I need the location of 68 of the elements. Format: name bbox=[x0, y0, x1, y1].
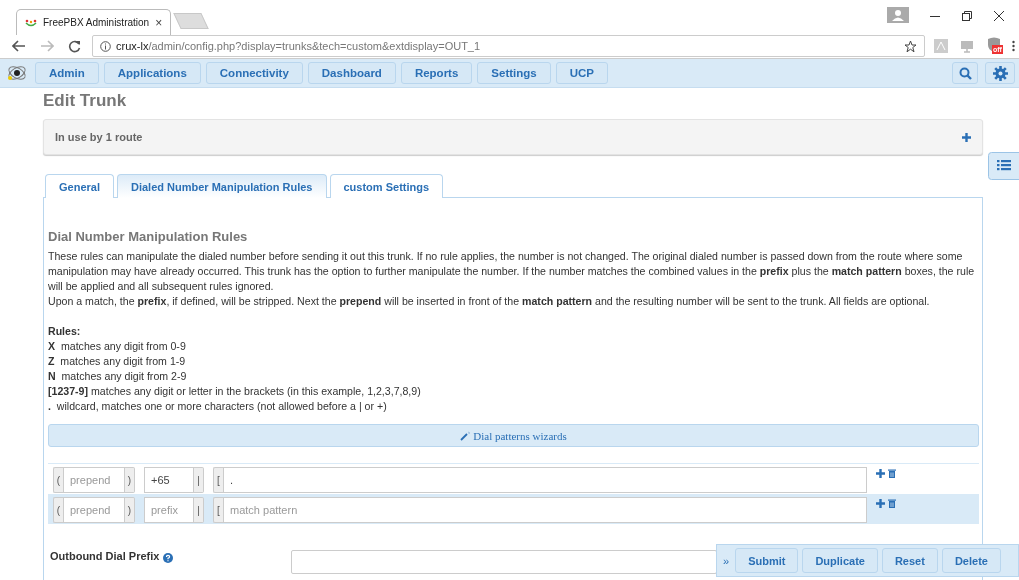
action-button[interactable]: Reset bbox=[881, 548, 938, 573]
tab[interactable]: custom Settings bbox=[329, 174, 444, 198]
browser-tab[interactable]: FreePBX Administration × bbox=[16, 9, 172, 35]
rule-text: . wildcard, matches one or more characters (not allowed before a | or +) bbox=[48, 399, 388, 414]
field-addon: [ bbox=[213, 497, 223, 523]
trash-icon[interactable] bbox=[888, 469, 896, 478]
search-icon bbox=[958, 66, 972, 80]
help-icon[interactable] bbox=[163, 553, 174, 563]
rules-heading: Rules: bbox=[48, 324, 82, 339]
prefix-field[interactable]: prefix bbox=[144, 497, 194, 523]
field-addon: ( bbox=[53, 467, 63, 493]
prepend-field[interactable]: prepend bbox=[63, 497, 125, 523]
close-tab-button[interactable]: × bbox=[155, 15, 163, 30]
app-logo-icon bbox=[25, 18, 37, 27]
field-addon: | bbox=[194, 497, 204, 523]
match-pattern-field[interactable]: match pattern bbox=[223, 497, 867, 523]
action-button[interactable]: Submit bbox=[735, 548, 799, 573]
settings-icon bbox=[992, 65, 1008, 81]
rule-text: Z matches any digit from 1-9 bbox=[48, 354, 187, 369]
rule-text: [1237-9] matches any digit or letter in the brackets (in this example, 1,2,3,7,8,9) bbox=[48, 384, 422, 399]
menu-button[interactable]: UCP bbox=[555, 62, 608, 84]
list-icon[interactable] bbox=[988, 152, 1019, 180]
rule-text: X matches any digit from 0-9 bbox=[48, 339, 187, 354]
add-icon[interactable] bbox=[876, 499, 885, 508]
reload-icon[interactable] bbox=[68, 39, 81, 53]
settings-button[interactable] bbox=[985, 62, 1015, 84]
usage-panel[interactable]: In use by 1 route bbox=[43, 119, 983, 155]
field-addon: [ bbox=[213, 467, 223, 493]
back-icon[interactable] bbox=[12, 40, 26, 52]
field-addon: ) bbox=[125, 467, 135, 493]
page-title: Edit Trunk bbox=[43, 91, 128, 111]
menu-button[interactable]: Connectivity bbox=[205, 62, 303, 84]
menu-button[interactable]: Applications bbox=[103, 62, 201, 84]
field-addon: ) bbox=[125, 497, 135, 523]
tab[interactable]: General bbox=[45, 174, 114, 198]
outbound-dial-prefix-field[interactable] bbox=[291, 550, 718, 574]
panel-title: In use by 1 route bbox=[55, 131, 143, 143]
url-text: crux-lx/admin/config.php?display=trunks&tech=custom&extdisplay=OUT_1 bbox=[116, 40, 481, 52]
field-addon: ( bbox=[53, 497, 63, 523]
menu-button[interactable]: Settings bbox=[477, 62, 551, 84]
menu-button[interactable]: Dashboard bbox=[307, 62, 396, 84]
match-pattern-field[interactable]: . bbox=[223, 467, 867, 493]
menu-button[interactable]: Admin bbox=[35, 62, 99, 84]
section-heading: Dial Number Manipulation Rules bbox=[48, 229, 249, 244]
profile-icon[interactable] bbox=[887, 7, 909, 23]
trash-icon[interactable] bbox=[888, 499, 896, 508]
search-button[interactable] bbox=[952, 62, 978, 84]
prefix-field[interactable]: +65 bbox=[144, 467, 194, 493]
rule-text: N matches any digit from 2-9 bbox=[48, 369, 188, 384]
url-field[interactable]: crux-lx/admin/config.php?display=trunks&tech=custom&extdisplay=OUT_1 bbox=[92, 35, 925, 57]
action-button[interactable]: Delete bbox=[941, 548, 1001, 573]
action-button[interactable]: Duplicate bbox=[802, 548, 878, 573]
close-icon[interactable] bbox=[994, 11, 1004, 21]
restore-icon[interactable] bbox=[962, 11, 972, 21]
star-icon[interactable] bbox=[904, 39, 917, 53]
description-text: Upon a match, the prefix, if defined, will be stripped. Next the prepend will be inserted in front of the match pattern and the resulting number will be sent to the trunk. All fields are optional. bbox=[48, 294, 931, 309]
field-addon: | bbox=[194, 467, 204, 493]
tab[interactable]: Dialed Number Manipulation Rules bbox=[116, 174, 327, 198]
add-icon[interactable] bbox=[876, 469, 885, 478]
wizard-button[interactable]: Dial patterns wizards bbox=[48, 424, 979, 447]
info-icon bbox=[100, 40, 111, 52]
prepend-field[interactable]: prepend bbox=[63, 467, 125, 493]
field-label: Outbound Dial Prefix bbox=[50, 550, 160, 562]
menu-button[interactable]: Reports bbox=[400, 62, 473, 84]
more-icon[interactable] bbox=[1012, 40, 1015, 52]
wand-icon bbox=[460, 430, 471, 441]
collapse-toggle[interactable]: » bbox=[723, 554, 730, 567]
description-text: These rules can manipulate the dialed number before sending it out this trunk. If no rule applies, the number is not changed. The original dialed number is passed down from the route where some manipulation may have already occurred. This trunk has the option to further manipulate the number. If the number matches the combined values in the prefix plus the match pattern boxes, the rule will be applied and all subsequent rules ignored. bbox=[48, 249, 976, 294]
